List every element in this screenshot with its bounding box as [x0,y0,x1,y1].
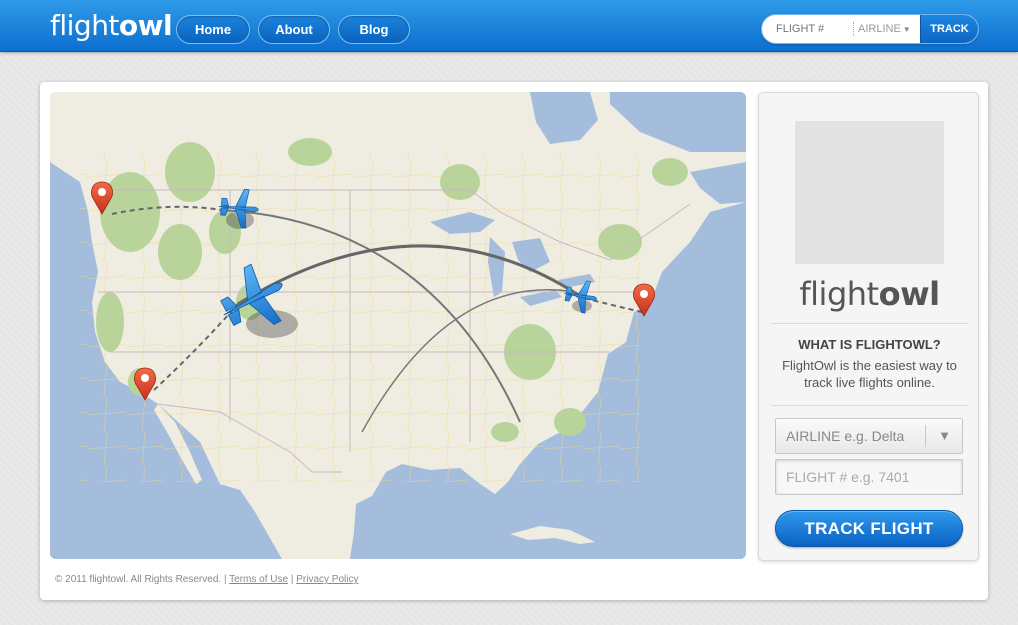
site-logo[interactable]: flightowl [50,9,173,42]
track-flight-button[interactable]: TRACK FLIGHT [775,510,963,547]
sidebar-heading: WHAT IS FLIGHTOWL? [798,337,941,352]
copyright-text: © 2011 flightowl. All Rights Reserved. [55,574,222,585]
top-navigation-bar: flightowl Home About Blog AIRLINE▼ TRACK [0,0,1018,52]
sidebar-logo-light: flight [799,275,879,313]
quick-airline-select[interactable]: AIRLINE ▼ [858,15,918,43]
privacy-policy-link[interactable]: Privacy Policy [296,574,358,585]
quick-track-form: AIRLINE▼ TRACK [761,14,979,44]
chevron-down-icon: ▼ [938,428,951,443]
sidebar-logo: flightowl [759,275,980,313]
divider [771,405,968,406]
road-network [80,152,640,482]
logo-text-bold: owl [118,9,173,42]
divider [771,323,968,324]
quick-flight-number-input[interactable] [776,15,852,43]
main-card: flightowl WHAT IS FLIGHTOWL? FlightOwl i… [40,82,988,600]
chevron-down-icon: ▼ [902,25,911,34]
footer-separator: | [223,574,227,585]
flight-map[interactable] [50,92,746,559]
airline-select-label: AIRLINE e.g. Delta [786,428,905,444]
footer: © 2011 flightowl. All Rights Reserved. |… [55,574,358,585]
tracking-sidebar: flightowl WHAT IS FLIGHTOWL? FlightOwl i… [758,92,979,561]
sidebar-description: FlightOwl is the easiest way to track li… [782,358,957,390]
quick-airline-label: AIRLINE [858,23,901,35]
nav-about-button[interactable]: About [258,15,330,44]
nav-home-button[interactable]: Home [176,15,250,44]
terms-of-use-link[interactable]: Terms of Use [229,574,288,585]
quick-track-button[interactable]: TRACK [920,15,978,43]
nav-blog-button[interactable]: Blog [338,15,410,44]
footer-separator: | [290,574,294,585]
sidebar-logo-bold: owl [878,275,941,313]
logo-text-light: flight [50,9,119,42]
airline-select[interactable]: AIRLINE e.g. Delta ▼ [775,418,963,454]
quick-track-divider [853,22,854,36]
promo-image-placeholder [795,121,944,264]
flight-number-input[interactable] [775,459,963,495]
map-canvas [50,92,746,559]
select-divider [925,425,926,447]
